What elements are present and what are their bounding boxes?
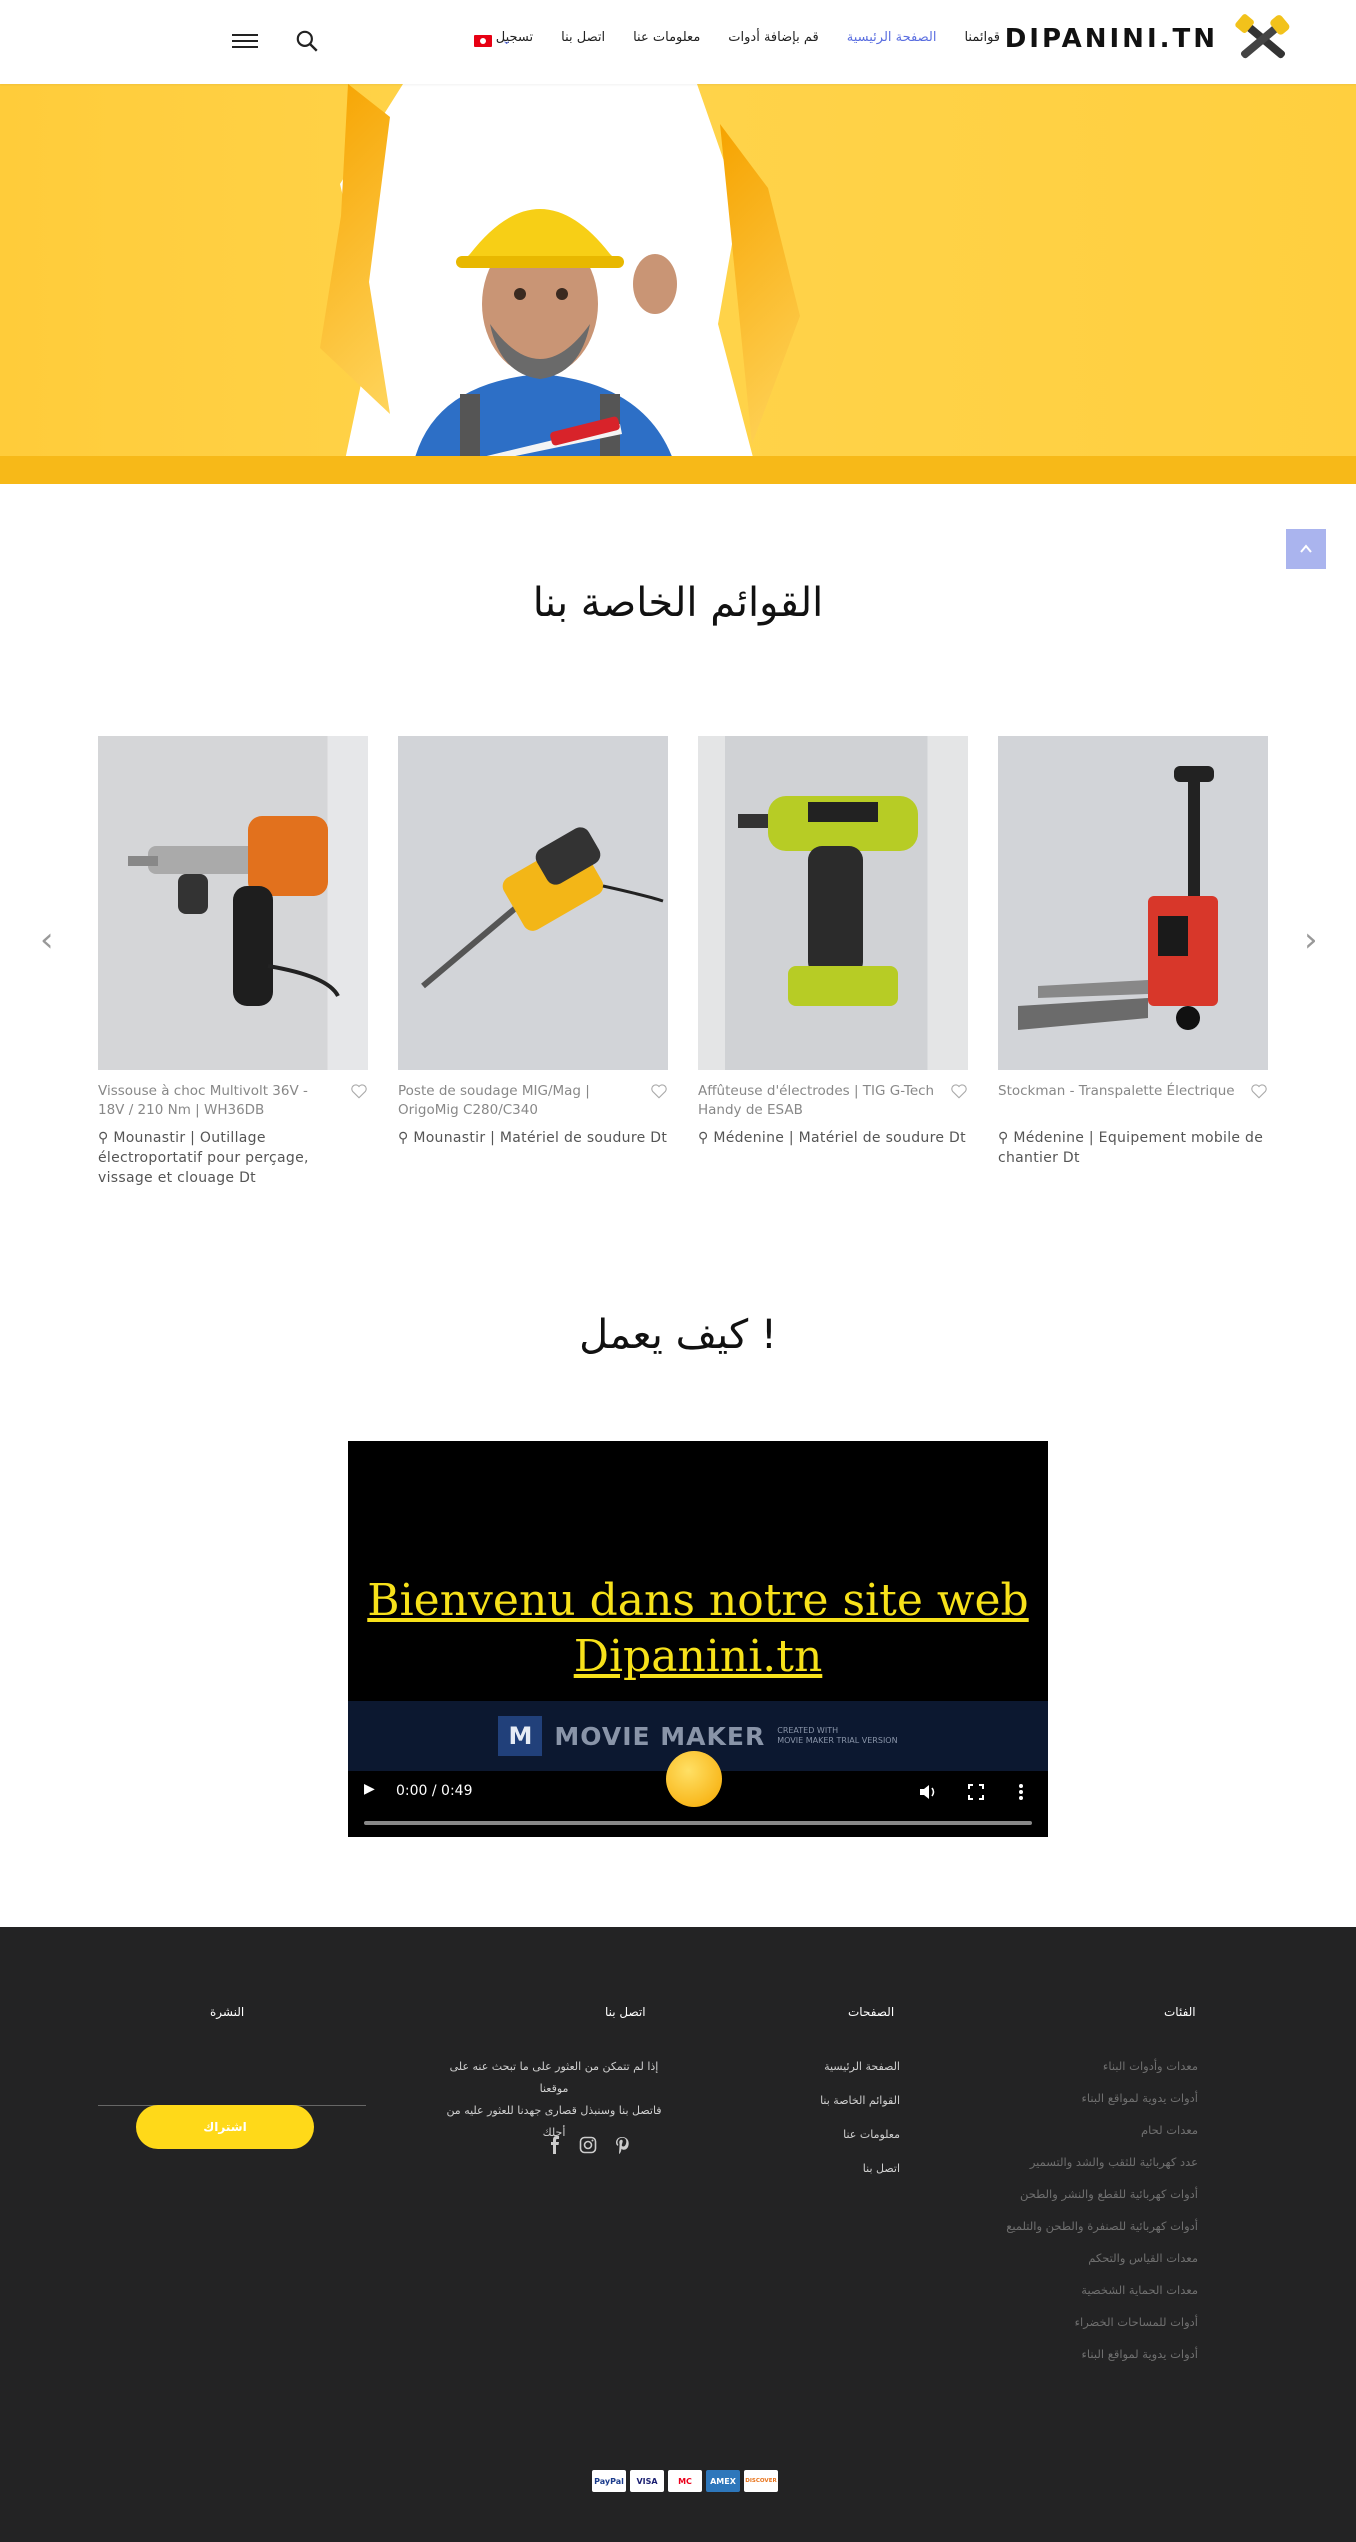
listing-card[interactable]: Stockman - Transpalette Électrique ⚲ Méd… bbox=[998, 736, 1268, 1168]
favorite-heart-icon[interactable] bbox=[1250, 1082, 1268, 1100]
nav-home[interactable]: الصفحة الرئيسية bbox=[847, 30, 937, 45]
hamburger-menu-icon[interactable] bbox=[232, 30, 258, 52]
listing-location: ⚲ Médenine | Equipement mobile de chanti… bbox=[998, 1130, 1264, 1166]
footer-category-link[interactable]: أدوات كهربائية للقطع والنشر والطحن bbox=[1020, 2187, 1198, 2201]
footer-category-link[interactable]: معدات وأدوات البناء bbox=[1103, 2059, 1198, 2073]
scroll-to-top-button[interactable] bbox=[1286, 529, 1326, 569]
footer-category-link[interactable]: أدوات يدوية لمواقع البناء bbox=[1082, 2091, 1198, 2105]
listing-card[interactable]: Poste de soudage MIG/Mag | OrigoMig C280… bbox=[398, 736, 668, 1148]
footer-category-link[interactable]: أدوات يدوية لمواقع البناء bbox=[1082, 2347, 1198, 2361]
video-controls: ▶ 0:00 / 0:49 bbox=[348, 1773, 1048, 1837]
nav-contact[interactable]: اتصل بنا bbox=[561, 30, 605, 45]
main-nav: قوائمنا الصفحة الرئيسية قم بإضافة أدوات … bbox=[496, 30, 1000, 45]
fullscreen-icon[interactable] bbox=[968, 1784, 984, 1800]
video-progress-bar[interactable] bbox=[364, 1821, 1032, 1825]
footer-contact-text: إذا لم تتمكن من العثور على ما تبحث عنه ع… bbox=[446, 2060, 662, 2139]
footer-category-link[interactable]: معدات لحام bbox=[1141, 2123, 1198, 2137]
nav-add-tools[interactable]: قم بإضافة أدوات bbox=[728, 30, 818, 45]
impact-drill-image bbox=[128, 816, 340, 1006]
listing-image[interactable] bbox=[998, 736, 1268, 1070]
footer-category-link[interactable]: عدد كهربائية للثقب والشد والتسمير bbox=[1030, 2155, 1198, 2169]
hero-bottom-strip bbox=[0, 456, 1356, 484]
carousel-next-button[interactable]: › bbox=[1304, 920, 1318, 960]
footer-page-link[interactable]: القوائم الخاصة بنا bbox=[820, 2094, 900, 2107]
language-selector[interactable]: ⌄ bbox=[474, 34, 511, 47]
favorite-heart-icon[interactable] bbox=[950, 1082, 968, 1100]
listing-location: ⚲ Mounastir | Outillage électroportatif … bbox=[98, 1130, 309, 1186]
footer-newsletter-title: النشرة bbox=[210, 2005, 245, 2019]
listing-image[interactable] bbox=[98, 736, 368, 1070]
watermark-title: MOVIE MAKER bbox=[554, 1721, 766, 1751]
footer-category-link[interactable]: أدوات للمساحات الخضراء bbox=[1075, 2315, 1198, 2329]
map-marker-icon: ⚲ bbox=[98, 1130, 114, 1146]
map-marker-icon: ⚲ bbox=[998, 1130, 1014, 1146]
video-time: 0:00 / 0:49 bbox=[396, 1783, 473, 1799]
chevron-down-icon: ⌄ bbox=[502, 34, 512, 47]
instagram-icon[interactable] bbox=[579, 2136, 597, 2154]
play-icon[interactable]: ▶ bbox=[364, 1781, 375, 1797]
demolition-hammer-image bbox=[421, 827, 664, 989]
discover-icon: DISCOVER bbox=[744, 2470, 778, 2492]
footer-pages-title: الصفحات bbox=[848, 2005, 895, 2019]
paypal-icon: PayPal bbox=[592, 2470, 626, 2492]
nav-about[interactable]: معلومات عنا bbox=[633, 30, 700, 45]
footer-page-link[interactable]: الصفحة الرئيسية bbox=[824, 2060, 900, 2073]
visa-icon: VISA bbox=[630, 2470, 664, 2492]
movie-maker-logo-icon: M bbox=[498, 1716, 543, 1756]
newsletter-email-input[interactable] bbox=[98, 2072, 366, 2106]
listing-location: ⚲ Médenine | Matériel de soudure Dt bbox=[698, 1130, 966, 1146]
how-it-works-title: كيف يعمل ! bbox=[579, 1312, 777, 1358]
watermark-subtext: CREATED WITH MOVIE MAKER TRIAL VERSION bbox=[777, 1726, 898, 1745]
map-marker-icon: ⚲ bbox=[698, 1130, 714, 1146]
listing-location: ⚲ Mounastir | Matériel de soudure Dt bbox=[398, 1130, 668, 1146]
listing-title[interactable]: Affûteuse d'électrodes | TIG G-Tech Hand… bbox=[698, 1082, 968, 1120]
footer-category-link[interactable]: أدوات كهربائية للصنفرة والطحن والتلميع bbox=[1006, 2219, 1198, 2233]
mastercard-icon: MC bbox=[668, 2470, 702, 2492]
footer-page-link[interactable]: معلومات عنا bbox=[843, 2128, 900, 2141]
pinterest-icon[interactable] bbox=[614, 2136, 630, 2154]
site-logo[interactable]: DIPANINI.TN bbox=[1005, 14, 1298, 64]
pallet-truck-image bbox=[1018, 766, 1218, 1030]
listing-image[interactable] bbox=[698, 736, 968, 1070]
footer-category-link[interactable]: معدات الحماية الشخصية bbox=[1081, 2283, 1198, 2297]
listings-carousel: Vissouse à choc Multivolt 36V - 18V / 21… bbox=[98, 736, 1268, 1206]
favorite-heart-icon[interactable] bbox=[650, 1082, 668, 1100]
nav-our-listings[interactable]: قوائمنا bbox=[964, 30, 1000, 45]
video-caption-line1: Bienvenu dans notre site web bbox=[367, 1575, 1029, 1626]
payment-methods: PayPal VISA MC AMEX DISCOVER bbox=[592, 2470, 778, 2492]
logo-text: DIPANINI.TN bbox=[1004, 24, 1218, 54]
chevron-up-icon bbox=[1300, 544, 1312, 553]
video-caption-line2: Dipanini.tn bbox=[573, 1631, 823, 1682]
footer-page-link[interactable]: اتصل بنا bbox=[863, 2162, 900, 2175]
worker-photo bbox=[390, 209, 680, 484]
carousel-prev-button[interactable]: ‹ bbox=[40, 920, 54, 960]
tunisia-flag-icon bbox=[474, 34, 492, 47]
search-icon[interactable] bbox=[294, 28, 320, 54]
listing-card[interactable]: Vissouse à choc Multivolt 36V - 18V / 21… bbox=[98, 736, 368, 1188]
subscribe-button[interactable]: اشتراك bbox=[136, 2105, 314, 2149]
facebook-icon[interactable] bbox=[548, 2136, 562, 2154]
volume-icon[interactable] bbox=[918, 1783, 938, 1801]
site-header: DIPANINI.TN قوائمنا الصفحة الرئيسية قم ب… bbox=[0, 0, 1356, 84]
hero-banner bbox=[0, 84, 1356, 484]
footer-category-link[interactable]: معدات القياس والتحكم bbox=[1088, 2251, 1198, 2265]
listing-card[interactable]: Affûteuse d'électrodes | TIG G-Tech Hand… bbox=[698, 736, 968, 1148]
footer-categories-title: الفئات bbox=[1164, 2005, 1196, 2019]
listing-title[interactable]: Stockman - Transpalette Électrique bbox=[998, 1082, 1268, 1120]
favorite-heart-icon[interactable] bbox=[350, 1082, 368, 1100]
tools-logo-icon bbox=[1235, 14, 1290, 59]
map-marker-icon: ⚲ bbox=[398, 1130, 414, 1146]
cordless-drill-image bbox=[738, 796, 918, 1006]
listing-title[interactable]: Vissouse à choc Multivolt 36V - 18V / 21… bbox=[98, 1082, 368, 1120]
listings-section-title: القوائم الخاصة بنا bbox=[532, 580, 824, 626]
listing-title[interactable]: Poste de soudage MIG/Mag | OrigoMig C280… bbox=[398, 1082, 668, 1120]
amex-icon: AMEX bbox=[706, 2470, 740, 2492]
site-footer bbox=[0, 1927, 1356, 2542]
video-player[interactable]: Bienvenu dans notre site web Dipanini.tn… bbox=[348, 1441, 1048, 1837]
more-options-icon[interactable] bbox=[1018, 1783, 1024, 1801]
listing-image[interactable] bbox=[398, 736, 668, 1070]
footer-contact-title: اتصل بنا bbox=[605, 2005, 646, 2019]
